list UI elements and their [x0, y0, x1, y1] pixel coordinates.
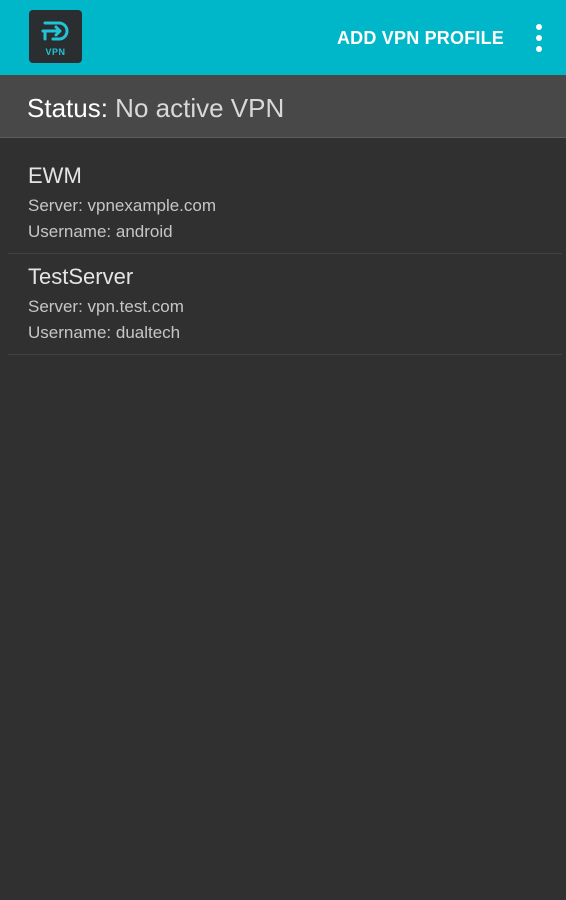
more-options-icon[interactable]: [527, 20, 551, 56]
profile-name: EWM: [28, 163, 82, 188]
overflow-dot: [536, 35, 542, 41]
profile-username: Username: dualtech: [28, 323, 181, 342]
overflow-dot: [536, 46, 542, 52]
vpn-profile-item[interactable]: TestServer Server: vpn.test.com Username…: [8, 254, 562, 355]
profile-username: Username: android: [28, 222, 173, 241]
status-value: No active VPN: [115, 93, 285, 123]
profile-server: Server: vpnexample.com: [28, 196, 217, 215]
add-vpn-profile-button[interactable]: ADD VPN PROFILE: [337, 23, 504, 53]
app-icon-label: VPN: [45, 47, 66, 57]
overflow-dot: [536, 24, 542, 30]
status-label: Status:: [27, 93, 108, 123]
app-toolbar: VPN ADD VPN PROFILE: [0, 0, 566, 75]
profile-server: Server: vpn.test.com: [28, 297, 184, 316]
vpn-profile-list: EWM Server: vpnexample.com Username: and…: [0, 138, 566, 355]
vpn-status-bar: Status: No active VPN: [0, 75, 566, 138]
profile-name: TestServer: [28, 264, 134, 289]
vpn-app-screen: VPN ADD VPN PROFILE Status: No active VP…: [0, 0, 566, 900]
vpn-profile-item[interactable]: EWM Server: vpnexample.com Username: and…: [8, 138, 562, 254]
status-text: Status: No active VPN: [27, 93, 284, 123]
vpn-app-icon: VPN: [29, 10, 82, 63]
